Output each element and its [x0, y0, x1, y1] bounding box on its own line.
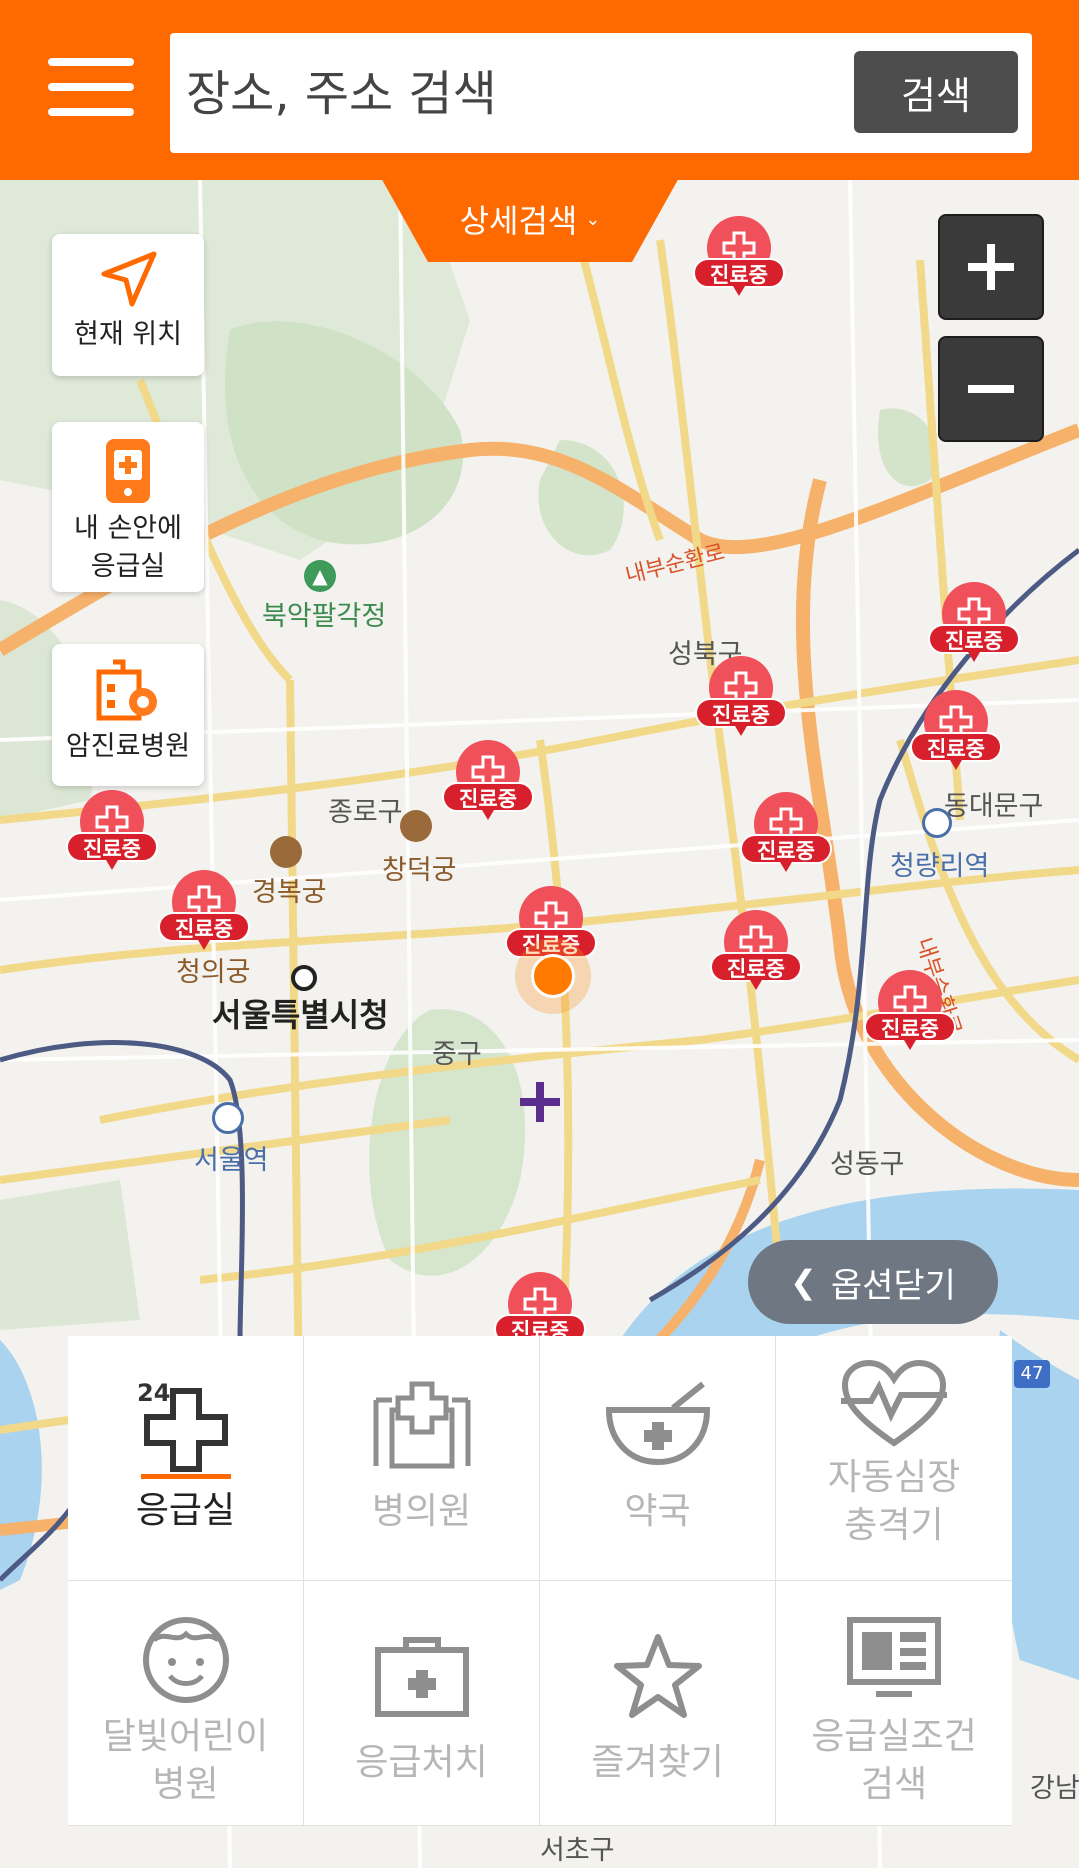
category-label: 응급실 [135, 1490, 236, 1531]
medical-cross-marker-icon[interactable] [520, 1082, 560, 1122]
hospital-pin[interactable]: 진료중 [910, 690, 1002, 776]
current-location-marker-icon [531, 954, 575, 998]
hospital-pin[interactable]: 진료중 [158, 870, 250, 956]
category-hospital[interactable]: 병의원 [304, 1336, 540, 1581]
category-panel: 24 응급실 병의원 약국 자동심장 충격기 달빛어린이 병원 응급처치 즐겨찾… [68, 1336, 1012, 1826]
navigation-arrow-icon [101, 251, 157, 307]
close-options-label: 옵션닫기 [830, 1265, 956, 1306]
er-in-hand-label-1: 내 손안에 [74, 513, 182, 544]
category-moonlight-children-hospital[interactable]: 달빛어린이 병원 [68, 1581, 304, 1826]
cancer-hospital-icon [96, 659, 157, 721]
hospital-pin[interactable]: 진료중 [695, 656, 787, 742]
active-underline [140, 1474, 231, 1479]
chevron-down-icon: ⌄ [585, 208, 601, 230]
map-label-cheongnyangni: 청량리역 [890, 851, 990, 882]
category-emergency-room[interactable]: 24 응급실 [68, 1336, 304, 1581]
category-favorites[interactable]: 즐겨찾기 [540, 1581, 776, 1826]
map-label-changdeok: 창덕궁 [382, 855, 457, 886]
map-label-dongdaemun: 동대문구 [944, 791, 1044, 822]
map-label-gyeongbok: 경복궁 [252, 877, 327, 908]
map-label-jongno: 종로구 [328, 797, 403, 828]
hospital-icon [370, 1370, 474, 1480]
pharmacy-icon [603, 1370, 713, 1480]
hospital-pin[interactable]: 진료중 [710, 910, 802, 996]
hospital-pin[interactable]: 진료중 [928, 582, 1020, 668]
cancer-hospital-label: 암진료병원 [65, 731, 191, 762]
category-label: 즐겨찾기 [591, 1742, 724, 1783]
search-input[interactable] [184, 41, 828, 147]
close-options-button[interactable]: ❮ 옵션닫기 [748, 1240, 998, 1324]
category-er-condition-search[interactable]: 응급실조건 검색 [776, 1581, 1012, 1826]
category-label: 자동심장 충격기 [827, 1457, 961, 1546]
palace-icon [270, 836, 302, 868]
search-box: 검색 [170, 33, 1032, 153]
station-icon [212, 1102, 244, 1134]
hospital-pin[interactable]: 진료중 [66, 790, 158, 876]
detail-search-tab[interactable]: 상세검색 ⌄ [380, 176, 680, 262]
category-label: 응급실조건 검색 [811, 1716, 977, 1805]
station-icon [922, 808, 952, 838]
monitor-icon [846, 1603, 942, 1713]
phone-hospital-icon [106, 439, 150, 503]
hamburger-menu-button[interactable] [48, 58, 134, 116]
category-label: 병의원 [371, 1491, 472, 1532]
category-label: 약국 [624, 1491, 691, 1532]
search-button[interactable]: 검색 [854, 51, 1018, 133]
map-label-seocho: 서초구 [540, 1835, 615, 1866]
current-location-label: 현재 위치 [74, 319, 182, 350]
palace-icon [400, 810, 432, 842]
map-label-seongdong: 성동구 [830, 1149, 905, 1180]
map-label-gangnam: 강남 [1030, 1773, 1079, 1804]
heart-defibrillator-icon [839, 1354, 949, 1454]
hospital-pin[interactable]: 진료중 [693, 216, 785, 302]
child-face-icon [136, 1603, 236, 1713]
cancer-hospital-button[interactable]: 암진료병원 [52, 644, 204, 786]
city-hall-marker-icon [291, 965, 317, 991]
zoom-out-button[interactable] [938, 336, 1044, 442]
category-label: 응급처치 [355, 1742, 488, 1783]
svg-text:24: 24 [137, 1379, 170, 1407]
emergency-24-icon: 24 [131, 1370, 241, 1480]
first-aid-kit-icon [374, 1621, 470, 1731]
map-label-junggu: 중구 [432, 1039, 482, 1070]
er-in-hand-button[interactable]: 내 손안에 응급실 [52, 422, 204, 592]
er-in-hand-label-2: 응급실 [90, 551, 166, 582]
mountain-icon: ▲ [304, 560, 336, 592]
top-bar: 검색 [0, 0, 1079, 180]
detail-search-label: 상세검색 [459, 202, 578, 240]
map-label-bukak: 북악팔각정 [262, 601, 387, 632]
category-defibrillator[interactable]: 자동심장 충격기 [776, 1336, 1012, 1581]
hospital-pin[interactable]: 진료중 [740, 792, 832, 878]
map-label-seoul-station: 서울역 [194, 1145, 269, 1176]
chevron-left-icon: ❮ [790, 1263, 817, 1301]
hospital-pin[interactable]: 진료중 [864, 970, 956, 1056]
category-first-aid[interactable]: 응급처치 [304, 1581, 540, 1826]
highway-47-badge: 47 [1014, 1360, 1050, 1388]
hospital-pin[interactable]: 진료중 [442, 740, 534, 826]
category-label: 달빛어린이 병원 [102, 1716, 269, 1805]
map-label-city-hall: 서울특별시청 [212, 996, 389, 1034]
zoom-in-button[interactable] [938, 214, 1044, 320]
star-icon [613, 1621, 703, 1731]
current-location-button[interactable]: 현재 위치 [52, 234, 204, 376]
category-pharmacy[interactable]: 약국 [540, 1336, 776, 1581]
